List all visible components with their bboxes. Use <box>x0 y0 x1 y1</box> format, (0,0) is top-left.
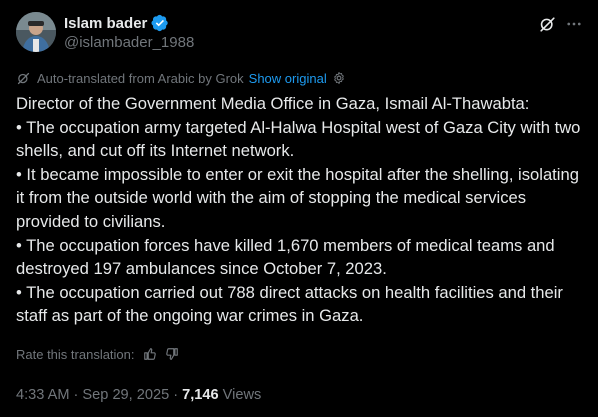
tweet-line: Director of the Government Media Office … <box>16 94 530 113</box>
tweet-line: • The occupation carried out 788 direct … <box>16 282 563 326</box>
author-name-row: Islam bader <box>64 13 169 33</box>
thumbs-down-icon[interactable] <box>165 347 179 361</box>
avatar[interactable] <box>16 12 56 52</box>
thumbs-up-icon[interactable] <box>143 347 157 361</box>
tweet-line: • The occupation army targeted Al-Halwa … <box>16 117 581 161</box>
views-count[interactable]: 7,146 <box>182 387 219 403</box>
tweet-text: Director of the Government Media Office … <box>16 92 590 328</box>
verified-badge-icon[interactable] <box>151 14 169 32</box>
translation-settings-icon[interactable] <box>332 71 346 85</box>
meta-separator: · <box>73 387 79 403</box>
grok-icon <box>539 16 555 32</box>
author-handle[interactable]: @islambader_1988 <box>64 34 194 51</box>
rate-translation: Rate this translation: <box>16 345 179 363</box>
views-label: Views <box>222 387 262 403</box>
grok-translate-icon <box>16 71 31 86</box>
avatar-photo-icon <box>16 12 56 52</box>
author-display-name[interactable]: Islam bader <box>64 15 147 32</box>
tweet-line: • It became impossible to enter or exit … <box>16 164 579 231</box>
grok-button[interactable] <box>536 13 558 35</box>
rate-translation-label: Rate this translation: <box>16 346 135 362</box>
translation-notice-text: Auto-translated from Arabic by Grok <box>37 70 244 86</box>
tweet-line: • The occupation forces have killed 1,67… <box>16 235 555 279</box>
translation-notice: Auto-translated from Arabic by Grok Show… <box>16 69 346 87</box>
tweet-card: Islam bader @islambader_1988 Auto-transl… <box>0 0 598 417</box>
tweet-meta: 4:33 AM · Sep 29, 2025 · 7,146 Views <box>16 385 261 405</box>
meta-separator: · <box>173 387 179 403</box>
show-original-link[interactable]: Show original <box>249 71 327 86</box>
tweet-time[interactable]: 4:33 AM <box>16 387 70 403</box>
more-options-button[interactable] <box>563 13 585 35</box>
more-icon <box>567 22 581 26</box>
tweet-date[interactable]: Sep 29, 2025 <box>82 387 169 403</box>
